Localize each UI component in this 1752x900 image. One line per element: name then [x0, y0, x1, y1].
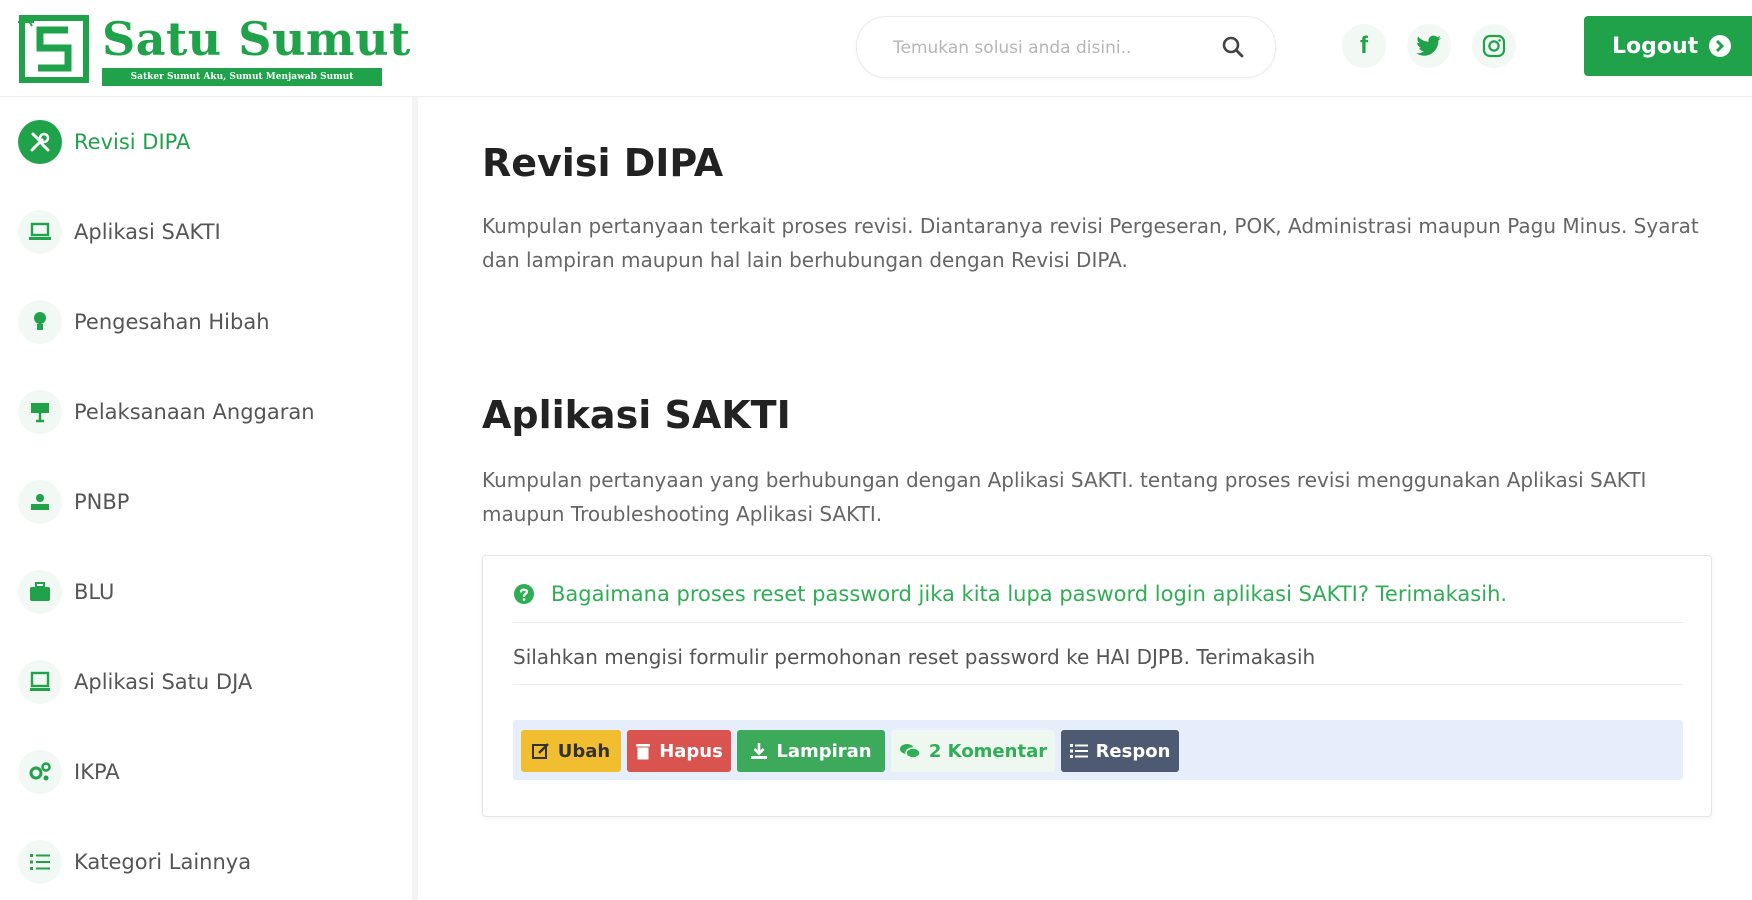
faq-answer: Silahkan mengisi formulir permohonan res…: [513, 630, 1683, 685]
delete-button[interactable]: Hapus: [627, 730, 731, 772]
edit-icon: [531, 743, 549, 759]
sidebar-item-label: IKPA: [74, 760, 120, 784]
comments-button[interactable]: 2 Komentar: [891, 730, 1055, 772]
brand-logo[interactable]: Satu Sumut Satker Sumut Aku, Sumut Menja…: [16, 12, 410, 86]
sidebar-item-pnbp[interactable]: PNBP: [18, 479, 408, 525]
sidebar-item-aplikasi-satu-dja[interactable]: Aplikasi Satu DJA: [18, 659, 408, 705]
sidebar-item-label: Aplikasi Satu DJA: [74, 670, 253, 694]
search-icon[interactable]: [1219, 33, 1247, 61]
logout-button[interactable]: Logout: [1584, 16, 1752, 76]
sidebar-item-revisi-dipa[interactable]: Revisi DIPA: [18, 119, 408, 165]
arrow-circle-right-icon: [1709, 35, 1732, 57]
faq-action-bar: Ubah Hapus Lampiran 2 Komentar Respon: [513, 720, 1683, 780]
briefcase-icon: [18, 570, 62, 614]
respond-button[interactable]: Respon: [1061, 730, 1179, 772]
sidebar-item-label: Revisi DIPA: [74, 130, 191, 154]
edit-label: Ubah: [557, 740, 611, 762]
attachment-label: Lampiran: [776, 740, 872, 762]
sidebar-item-label: BLU: [74, 580, 115, 604]
gears-icon: [18, 750, 62, 794]
sidebar-item-aplikasi-sakti[interactable]: Aplikasi SAKTI: [18, 209, 408, 255]
comments-label: 2 Komentar: [928, 740, 1048, 762]
search-input[interactable]: [891, 31, 1195, 65]
sidebar-item-pengesahan-hibah[interactable]: Pengesahan Hibah: [18, 299, 408, 345]
sidebar-item-label: Aplikasi SAKTI: [74, 220, 221, 244]
sidebar-item-label: Pengesahan Hibah: [74, 310, 270, 334]
list-icon: [1069, 744, 1088, 758]
lightbulb-icon: [18, 300, 62, 344]
facebook-link[interactable]: f: [1342, 24, 1386, 68]
twitter-icon: [1416, 35, 1441, 56]
satu-sumut-logo-icon: [18, 15, 89, 83]
section-description: Kumpulan pertanyaan terkait proses revis…: [482, 214, 1699, 272]
sidebar-item-label: Kategori Lainnya: [74, 850, 252, 874]
sidebar-item-blu[interactable]: BLU: [18, 569, 408, 615]
section-title-revisi-dipa[interactable]: Revisi DIPA: [482, 141, 723, 185]
brand-tagline: Satker Sumut Aku, Sumut Menjawab Sumut: [102, 68, 382, 86]
sidebar-item-kategori-lainnya[interactable]: Kategori Lainnya: [18, 839, 408, 885]
tools-icon: [18, 120, 62, 164]
sidebar: Revisi DIPA Aplikasi SAKTI Pengesahan Hi…: [0, 97, 418, 900]
respond-label: Respon: [1095, 740, 1171, 762]
brand-title: Satu Sumut: [102, 12, 411, 66]
faq-card: Bagaimana proses reset password jika kit…: [482, 555, 1712, 817]
section-description: Kumpulan pertanyaan yang berhubungan den…: [482, 468, 1647, 526]
trash-icon: [636, 744, 651, 760]
faq-question-text: Bagaimana proses reset password jika kit…: [551, 582, 1508, 606]
presentation-icon: [18, 390, 62, 434]
monitor-icon: [18, 660, 62, 704]
section-title-aplikasi-sakti[interactable]: Aplikasi SAKTI: [482, 393, 791, 437]
faq-question[interactable]: Bagaimana proses reset password jika kit…: [513, 574, 1683, 623]
sidebar-item-label: PNBP: [74, 490, 130, 514]
edit-button[interactable]: Ubah: [521, 730, 621, 772]
sidebar-item-label: Pelaksanaan Anggaran: [74, 400, 315, 424]
sidebar-item-ikpa[interactable]: IKPA: [18, 749, 408, 795]
logout-label: Logout: [1612, 33, 1699, 59]
download-icon: [751, 743, 768, 759]
top-header: Satu Sumut Satker Sumut Aku, Sumut Menja…: [0, 0, 1752, 97]
hands-coin-icon: [18, 480, 62, 524]
twitter-link[interactable]: [1407, 24, 1451, 68]
attachment-button[interactable]: Lampiran: [737, 730, 885, 772]
laptop-icon: [18, 210, 62, 254]
question-circle-icon: [514, 584, 534, 604]
sidebar-item-pelaksanaan-anggaran[interactable]: Pelaksanaan Anggaran: [18, 389, 408, 435]
delete-label: Hapus: [659, 740, 723, 762]
comments-icon: [899, 744, 921, 759]
list-icon: [18, 840, 62, 884]
search-box: [856, 16, 1276, 78]
facebook-icon: f: [1360, 32, 1368, 59]
instagram-link[interactable]: [1472, 24, 1516, 68]
instagram-icon: [1482, 34, 1506, 58]
